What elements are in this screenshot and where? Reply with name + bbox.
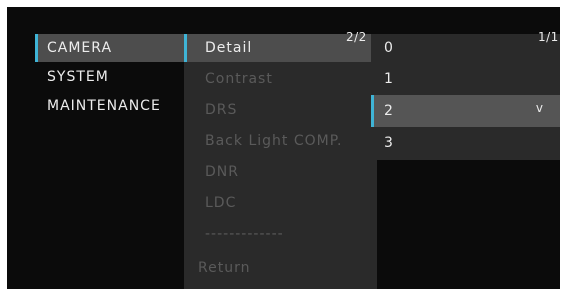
detail-options-panel: 0 1 2 v 3 <box>371 34 560 160</box>
submenu-item-label: DNR <box>205 164 239 180</box>
submenu-item-back-light-comp: Back Light COMP. <box>184 127 377 155</box>
camera-submenu-panel: Detail Contrast DRS Back Light COMP. DNR… <box>184 34 377 289</box>
submenu-item-dnr: DNR <box>184 158 377 186</box>
submenu-item-ldc: LDC <box>184 189 377 217</box>
option-item-2[interactable]: 2 v <box>371 95 560 127</box>
submenu-divider-label: ------------- <box>205 226 284 242</box>
option-item-label: 0 <box>384 40 394 56</box>
submenu-item-drs: DRS <box>184 96 377 124</box>
option-item-0[interactable]: 0 <box>371 34 560 62</box>
main-menu-item-system[interactable]: SYSTEM <box>35 63 185 91</box>
submenu-item-label: LDC <box>205 195 237 211</box>
submenu-item-label: Contrast <box>205 71 273 87</box>
option-item-3[interactable]: 3 <box>371 129 560 157</box>
chevron-down-icon: v <box>535 101 544 115</box>
submenu-item-contrast: Contrast <box>184 65 377 93</box>
options-page-indicator: 1/1 <box>538 30 559 44</box>
option-item-label: 2 <box>384 103 394 119</box>
main-menu-item-label: CAMERA <box>47 40 113 56</box>
submenu-item-return: Return <box>184 254 377 282</box>
main-menu-item-label: SYSTEM <box>47 69 109 85</box>
option-item-label: 3 <box>384 135 394 151</box>
submenu-item-label: DRS <box>205 102 238 118</box>
main-menu-item-camera[interactable]: CAMERA <box>35 34 185 62</box>
submenu-item-label: Detail <box>205 40 253 56</box>
submenu-item-label: Return <box>198 260 251 276</box>
main-menu-item-label: MAINTENANCE <box>47 98 161 114</box>
camera-osd-screen: CAMERA SYSTEM MAINTENANCE Detail Contras… <box>7 7 560 289</box>
submenu-page-indicator: 2/2 <box>346 30 367 44</box>
submenu-divider: ------------- <box>184 220 377 248</box>
option-item-label: 1 <box>384 71 394 87</box>
submenu-item-label: Back Light COMP. <box>205 133 343 149</box>
main-menu-item-maintenance[interactable]: MAINTENANCE <box>35 92 185 120</box>
option-item-1[interactable]: 1 <box>371 65 560 93</box>
